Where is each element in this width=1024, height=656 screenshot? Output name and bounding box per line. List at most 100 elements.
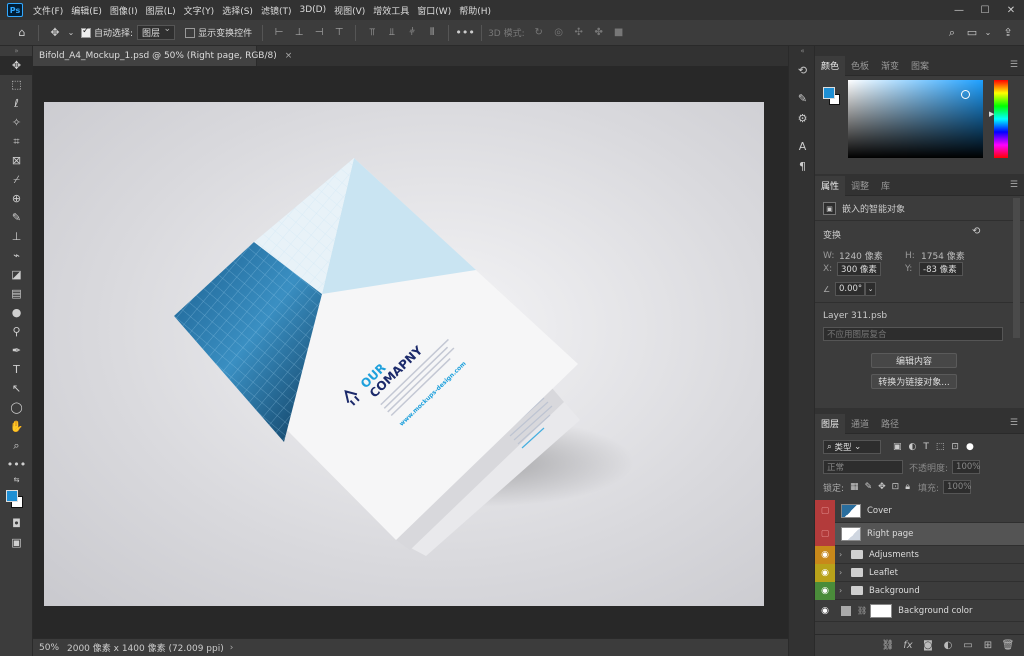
layer-row-right-page[interactable]: ▢ Right page [815,522,1024,546]
history-panel-icon[interactable]: ⟲ [789,60,816,80]
frame-tool-icon[interactable]: ⊠ [0,151,33,170]
edit-toolbar-icon[interactable]: ••• [0,455,33,474]
layer-row-background[interactable]: ◉ › Background [815,581,1024,600]
distribute-bottom-icon[interactable]: ⫩ [405,26,419,40]
collapse-icon[interactable]: « [789,46,816,56]
visibility-toggle-icon[interactable]: ▢ [815,499,835,523]
layer-row-adjusments[interactable]: ◉ › Adjusments [815,545,1024,564]
hue-slider-handle-icon[interactable]: ▶ [989,110,994,118]
quick-mask-icon[interactable]: ◘ [0,514,33,533]
document-tab[interactable]: Bifold_A4_Mockup_1.psd @ 50% (Right page… [33,46,292,66]
move-tool-icon[interactable]: ✥ [47,25,63,41]
chevron-right-icon[interactable]: › [839,568,849,577]
menu-view[interactable]: 视图(V) [330,4,369,17]
tab-adjustments[interactable]: 调整 [845,176,875,196]
swap-colors-icon[interactable]: ⇆ [0,474,33,486]
menu-file[interactable]: 文件(F) [29,4,67,17]
distribute-left-icon[interactable]: ⫴ [425,26,439,40]
tab-swatches[interactable]: 色板 [845,56,875,76]
healing-brush-tool-icon[interactable]: ⊕ [0,189,33,208]
screen-mode-icon[interactable]: ▣ [0,533,33,552]
type-tool-icon[interactable]: T [0,360,33,379]
blur-tool-icon[interactable]: ● [0,303,33,322]
path-selection-tool-icon[interactable]: ↖ [0,379,33,398]
angle-dropdown-chevron-icon[interactable]: ⌄ [865,282,876,296]
more-options-icon[interactable]: ••• [455,25,474,41]
zoom-level[interactable]: 50% [39,643,63,653]
height-value[interactable]: 1754 像素 [921,249,965,262]
3d-scale-icon[interactable]: ■ [612,26,626,40]
gradient-tool-icon[interactable]: ▤ [0,284,33,303]
marquee-tool-icon[interactable]: ⬚ [0,75,33,94]
tab-libraries[interactable]: 库 [875,176,896,196]
adjustments-panel-icon[interactable]: ⚙ [789,108,816,128]
lock-artboard-icon[interactable]: ⊡ [892,482,900,492]
eyedropper-tool-icon[interactable]: ⌿ [0,170,33,189]
layer-row-cover[interactable]: ▢ Cover [815,499,1024,523]
visibility-toggle-icon[interactable]: ▢ [815,522,835,546]
share-icon[interactable]: ⇪ [1000,25,1016,41]
filter-smart-object-icon[interactable]: ⊡ [951,442,959,452]
add-mask-icon[interactable]: ◙ [918,636,938,656]
menu-select[interactable]: 选择(S) [218,4,257,17]
history-brush-tool-icon[interactable]: ⌁ [0,246,33,265]
reset-transform-icon[interactable]: ⟲ [972,226,980,237]
document-canvas[interactable]: OUR COMAPNY www.mockups-design.com [44,102,764,606]
align-left-icon[interactable]: ⊢ [272,26,286,40]
distribute-vcenter-icon[interactable]: ⫫ [385,26,399,40]
lock-transparent-icon[interactable]: ▦ [850,482,859,492]
panel-menu-icon[interactable]: ☰ [1010,180,1018,190]
distribute-top-icon[interactable]: ⫪ [365,26,379,40]
close-window-button[interactable]: ✕ [998,0,1024,20]
show-transform-checkbox[interactable] [185,27,196,38]
filter-type-icon[interactable]: T [923,442,929,452]
menu-help[interactable]: 帮助(H) [455,4,495,17]
panel-menu-icon[interactable]: ☰ [1010,418,1018,428]
brush-settings-icon[interactable]: ✎ [789,88,816,108]
dodge-tool-icon[interactable]: ⚲ [0,322,33,341]
magic-wand-tool-icon[interactable]: ✧ [0,113,33,132]
lock-pixels-icon[interactable]: ✎ [865,482,873,492]
home-icon[interactable]: ⌂ [14,25,30,41]
zoom-tool-icon[interactable]: ⌕ [0,436,33,455]
filter-shape-icon[interactable]: ⬚ [936,442,945,452]
eye-icon[interactable]: ◉ [815,581,835,600]
opacity-input[interactable]: 100% [952,460,980,474]
status-menu-icon[interactable]: › [230,643,234,653]
chevron-right-icon[interactable]: › [839,586,849,595]
pen-tool-icon[interactable]: ✒ [0,341,33,360]
menu-plugins[interactable]: 增效工具 [369,4,413,17]
layer-filter-dropdown[interactable]: ⌕ 类型 ⌄ [823,440,881,454]
eye-icon[interactable]: ◉ [815,563,835,582]
3d-orbit-icon[interactable]: ↻ [532,26,546,40]
tab-properties[interactable]: 属性 [815,175,846,196]
filter-adjustment-icon[interactable]: ◐ [909,442,917,452]
x-input[interactable]: 300 像素 [837,262,881,276]
layer-row-leaflet[interactable]: ◉ › Leaflet [815,563,1024,582]
collapse-icon[interactable]: » [0,46,33,56]
align-hcenter-icon[interactable]: ⊥ [292,26,306,40]
foreground-color-swatch[interactable] [6,490,18,502]
chevron-right-icon[interactable]: › [839,550,849,559]
fill-input[interactable]: 100% [943,480,971,494]
layer-row-background-color[interactable]: ◉ ⛓ Background color [815,600,1024,622]
align-top-icon[interactable]: ⊤ [332,26,346,40]
tab-channels[interactable]: 通道 [845,414,875,434]
properties-scrollbar[interactable] [1013,198,1020,338]
ellipse-tool-icon[interactable]: ◯ [0,398,33,417]
link-layers-icon[interactable]: ⛓ [878,636,898,656]
convert-to-linked-button[interactable]: 转换为链接对象... [871,374,957,389]
hue-slider[interactable] [994,80,1008,158]
new-layer-icon[interactable]: ⊞ [978,636,998,656]
hand-tool-icon[interactable]: ✋ [0,417,33,436]
minimize-button[interactable]: — [946,0,972,20]
lock-all-icon[interactable]: 🔒︎ [905,482,910,492]
chevron-down-icon[interactable]: ⌄ [67,25,75,41]
tab-gradients[interactable]: 渐变 [875,56,905,76]
paragraph-panel-icon[interactable]: ¶ [789,156,816,176]
lock-position-icon[interactable]: ✥ [878,482,886,492]
character-panel-icon[interactable]: A [789,136,816,156]
3d-roll-icon[interactable]: ◎ [552,26,566,40]
brush-tool-icon[interactable]: ✎ [0,208,33,227]
width-value[interactable]: 1240 像素 [839,249,883,262]
